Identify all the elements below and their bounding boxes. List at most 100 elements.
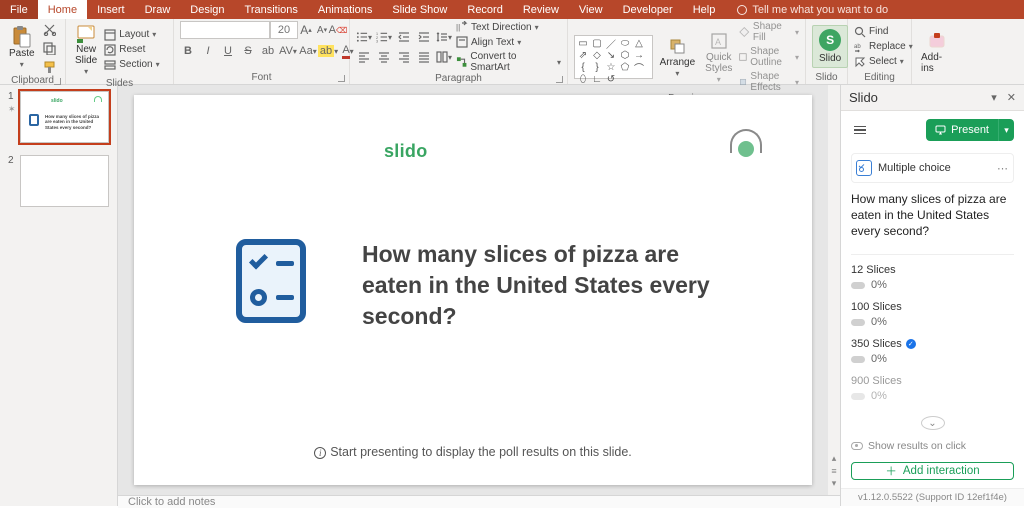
char-spacing-button[interactable]: AV▾ — [280, 43, 296, 59]
text-direction-button[interactable]: ||Text Direction▾ — [456, 21, 561, 33]
align-left-button[interactable] — [356, 49, 372, 65]
clear-formatting-button[interactable]: A⌫ — [330, 22, 346, 38]
shape-fill-button[interactable]: Shape Fill▾ — [739, 21, 799, 43]
slide-canvas[interactable]: slido How many slices of pizza are eaten… — [134, 95, 812, 485]
tell-me-search[interactable]: Tell me what you want to do — [725, 0, 888, 19]
tab-file[interactable]: File — [0, 0, 38, 19]
tab-draw[interactable]: Draw — [135, 0, 181, 19]
tab-help[interactable]: Help — [683, 0, 726, 19]
slide-thumbnail-1[interactable]: slido How many slices of pizza are eaten… — [20, 91, 109, 143]
bullets-button[interactable]: ▾ — [356, 29, 372, 45]
more-options-icon[interactable]: ⋯ — [997, 162, 1009, 175]
present-button[interactable]: Present ▾ — [926, 119, 1014, 141]
numbering-button[interactable]: 123▾ — [376, 29, 392, 45]
font-size-input[interactable] — [270, 21, 298, 39]
layout-button[interactable]: Layout▾ — [104, 29, 159, 41]
poll-option-3: 350 Slices✓ 0% — [851, 338, 1014, 365]
show-results-toggle[interactable]: Show results on click — [851, 440, 1014, 452]
svg-text:||: || — [456, 23, 460, 32]
format-painter-button[interactable] — [42, 59, 58, 75]
shape-outline-button[interactable]: Shape Outline▾ — [739, 46, 799, 68]
slide-thumbnail-2[interactable] — [20, 155, 109, 207]
addins-button[interactable]: Add-ins — [918, 29, 956, 76]
reset-button[interactable]: Reset — [104, 44, 159, 56]
ribbon-group-slides: New Slide ▾ Layout▾ Reset Section▾ Slide… — [66, 19, 174, 84]
section-button[interactable]: Section▾ — [104, 59, 159, 71]
paste-button[interactable]: Paste ▾ — [6, 25, 38, 71]
increase-indent-button[interactable] — [416, 29, 432, 45]
shape-fill-label: Shape Fill — [753, 21, 792, 43]
tab-developer[interactable]: Developer — [613, 0, 683, 19]
new-slide-button[interactable]: New Slide ▾ — [72, 21, 100, 78]
tab-design[interactable]: Design — [180, 0, 234, 19]
scroll-down-button[interactable]: ⌄ — [921, 416, 945, 430]
dialog-launcher-icon[interactable] — [338, 75, 345, 82]
option-name: 350 Slices — [851, 338, 902, 350]
tab-home[interactable]: Home — [38, 0, 87, 19]
bold-button[interactable]: B — [180, 43, 196, 59]
quick-styles-button[interactable]: A Quick Styles▾ — [702, 29, 735, 86]
slide-thumbnail-pane: 1 ✶ slido How many slices of pizza are e… — [0, 85, 118, 506]
line-spacing-button[interactable]: ▾ — [436, 29, 452, 45]
slido-ribbon-label: Slido — [819, 53, 841, 64]
shapes-gallery[interactable]: ▭▢／⬭△⇗ ◇↘⬡→{} ☆⬠⌒⬯∟↺ — [574, 35, 653, 79]
align-right-button[interactable] — [396, 49, 412, 65]
notes-pane[interactable]: Click to add notes — [118, 495, 840, 508]
columns-button[interactable]: ▾ — [436, 49, 452, 65]
arrange-button[interactable]: Arrange▾ — [657, 34, 699, 80]
tab-record[interactable]: Record — [457, 0, 512, 19]
add-interaction-button[interactable]: ＋ Add interaction — [851, 462, 1014, 480]
shape-effects-label: Shape Effects — [750, 71, 792, 93]
shape-effects-button[interactable]: Shape Effects▾ — [739, 71, 799, 93]
underline-button[interactable]: U — [220, 43, 236, 59]
highlight-button[interactable]: ab▾ — [320, 43, 336, 59]
split-up-icon[interactable]: ▴ — [832, 453, 837, 464]
font-name-input[interactable] — [180, 21, 270, 39]
tab-view[interactable]: View — [569, 0, 613, 19]
cut-button[interactable] — [42, 21, 58, 37]
text-direction-label: Text Direction — [471, 22, 532, 33]
tab-review[interactable]: Review — [513, 0, 569, 19]
align-center-button[interactable] — [376, 49, 392, 65]
decrease-indent-button[interactable] — [396, 29, 412, 45]
grow-font-button[interactable]: A▴ — [298, 22, 314, 38]
split-down-icon[interactable]: ▾ — [832, 478, 837, 489]
tab-slideshow[interactable]: Slide Show — [382, 0, 457, 19]
thumb-question-text: How many slices of pizza are eaten in th… — [45, 114, 103, 130]
replace-button[interactable]: abReplace▾ — [854, 41, 913, 53]
new-slide-label: New Slide — [75, 44, 97, 66]
dialog-launcher-icon[interactable] — [54, 78, 61, 85]
split-handle-icon[interactable]: ≡ — [831, 466, 836, 476]
convert-smartart-button[interactable]: Convert to SmartArt▾ — [456, 51, 561, 73]
tab-transitions[interactable]: Transitions — [235, 0, 308, 19]
italic-button[interactable]: I — [200, 43, 216, 59]
shadow-button[interactable]: ab — [260, 43, 276, 59]
strike-button[interactable]: S — [240, 43, 256, 59]
find-button[interactable]: Find — [854, 26, 913, 38]
pane-close-icon[interactable]: ✕ — [1007, 91, 1016, 104]
add-interaction-label: Add interaction — [903, 465, 980, 477]
tab-insert[interactable]: Insert — [87, 0, 135, 19]
shrink-font-button[interactable]: A▾ — [314, 22, 330, 38]
copy-button[interactable] — [42, 40, 58, 56]
svg-text:3: 3 — [376, 40, 378, 43]
poll-type-chip[interactable]: Multiple choice ⋯ — [851, 153, 1014, 183]
tab-animations[interactable]: Animations — [308, 0, 382, 19]
pane-dropdown-icon[interactable]: ▾ — [991, 91, 997, 104]
slide-editor[interactable]: slido How many slices of pizza are eaten… — [118, 85, 828, 495]
dialog-launcher-icon[interactable] — [556, 76, 563, 83]
align-text-button[interactable]: Align Text▾ — [456, 36, 561, 48]
correct-answer-icon: ✓ — [906, 339, 916, 349]
find-label: Find — [869, 26, 888, 37]
hamburger-menu-button[interactable] — [851, 123, 869, 138]
ribbon: Paste ▾ Clipboard New Slide — [0, 19, 1024, 85]
change-case-button[interactable]: Aa▾ — [300, 43, 316, 59]
thumb-slido-logo: slido — [51, 98, 63, 104]
select-button[interactable]: Select▾ — [854, 56, 913, 68]
svg-text:A: A — [715, 37, 721, 47]
layout-label: Layout — [119, 29, 149, 40]
slido-ribbon-button[interactable]: S Slido — [812, 25, 848, 68]
present-dropdown[interactable]: ▾ — [998, 119, 1014, 141]
animation-indicator-icon: ✶ — [8, 104, 16, 115]
justify-button[interactable] — [416, 49, 432, 65]
